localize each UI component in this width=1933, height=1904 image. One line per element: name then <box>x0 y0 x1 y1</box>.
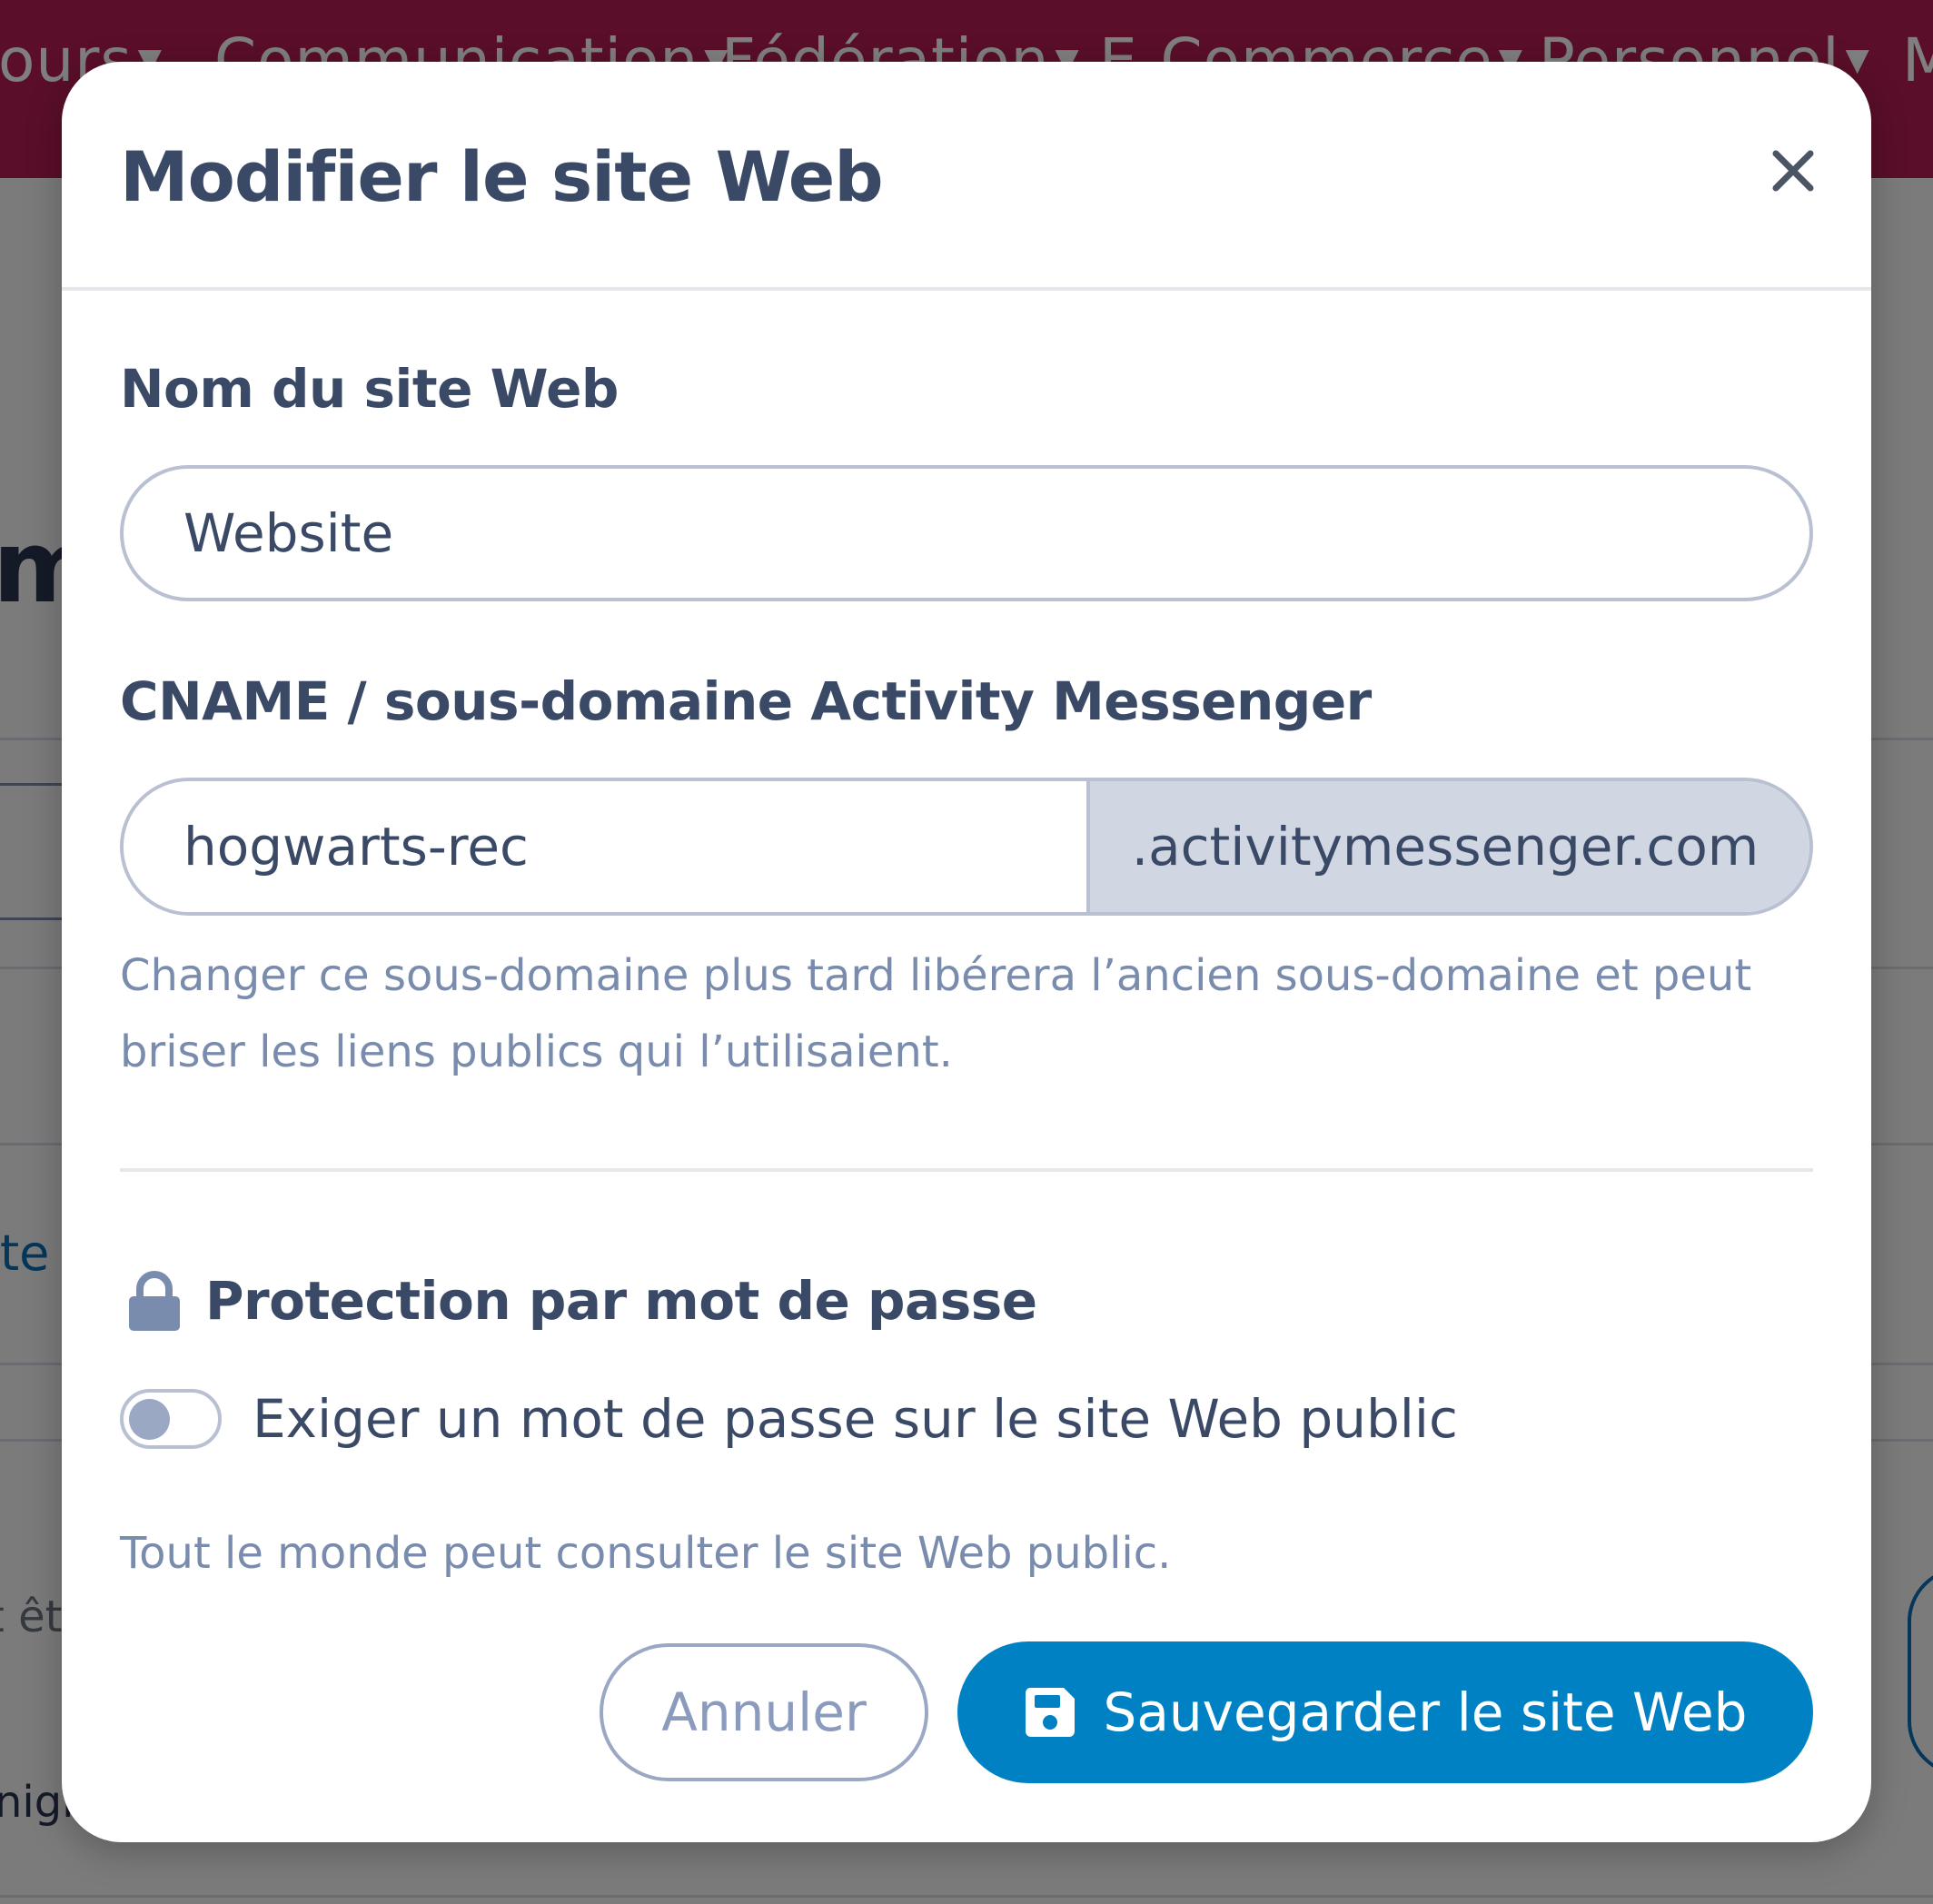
subdomain-help-text: Changer ce sous-domaine plus tard libére… <box>120 950 1752 1077</box>
section-divider <box>120 1168 1813 1172</box>
close-icon <box>1772 150 1814 192</box>
modal-title: Modifier le site Web <box>120 136 884 217</box>
password-toggle-label[interactable]: Exiger un mot de passe sur le site Web p… <box>253 1388 1458 1450</box>
header-divider <box>62 287 1871 291</box>
floppy-disk-icon <box>1024 1686 1076 1739</box>
password-section-title: Protection par mot de passe <box>127 1270 1037 1332</box>
cname-input-group: .activitymessenger.com <box>120 778 1813 916</box>
site-name-label: Nom du site Web <box>120 358 619 420</box>
domain-suffix: .activitymessenger.com <box>1086 781 1809 912</box>
lock-icon <box>129 1271 180 1331</box>
password-help-text: Tout le monde peut consulter le site Web… <box>120 1528 1172 1579</box>
cancel-button[interactable]: Annuler <box>600 1643 928 1781</box>
password-section-label: Protection par mot de passe <box>205 1270 1037 1332</box>
site-name-input[interactable] <box>120 465 1813 601</box>
password-toggle-row[interactable]: Exiger un mot de passe sur le site Web p… <box>120 1388 1458 1450</box>
save-button-label: Sauvegarder le site Web <box>1103 1681 1748 1743</box>
cname-label: CNAME / sous-domaine Activity Messenger <box>120 670 1372 732</box>
password-toggle[interactable] <box>120 1389 222 1449</box>
close-button[interactable] <box>1760 138 1826 203</box>
edit-website-modal: Modifier le site Web Nom du site Web CNA… <box>62 62 1871 1842</box>
subdomain-input[interactable] <box>124 781 1086 912</box>
toggle-knob <box>129 1399 170 1440</box>
save-website-button[interactable]: Sauvegarder le site Web <box>957 1641 1813 1783</box>
